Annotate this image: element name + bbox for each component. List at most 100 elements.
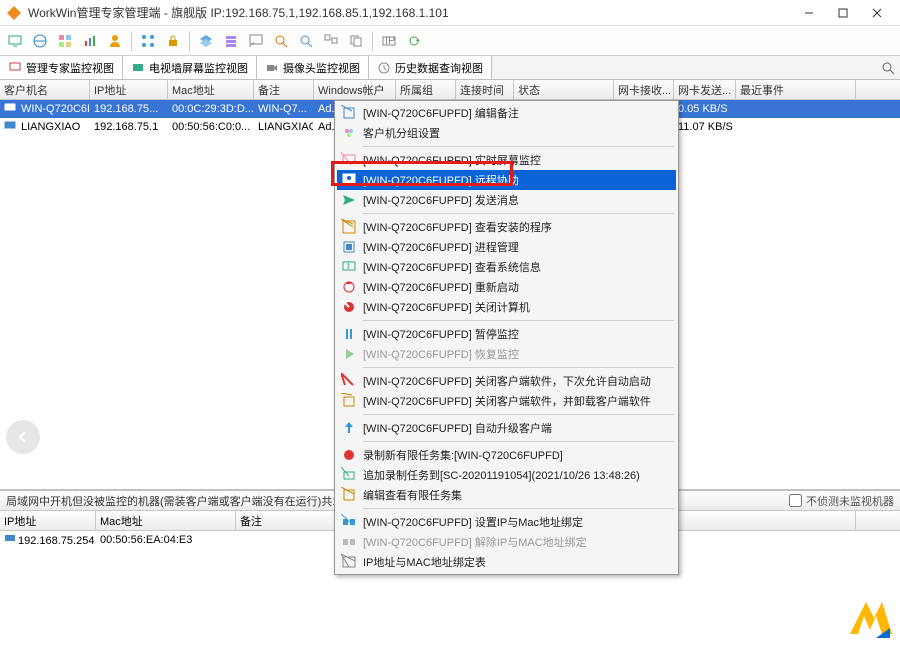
menu-item-label: [WIN-Q720C6FUPFD] 关闭客户端软件，下次允许自动启动 <box>363 373 651 389</box>
disable-detect-checkbox[interactable]: 不侦测未监视机器 <box>789 493 894 509</box>
tb-windows-icon[interactable] <box>320 30 342 52</box>
tb-cast-icon[interactable] <box>245 30 267 52</box>
menu-item-label: [WIN-Q720C6FUPFD] 查看安装的程序 <box>363 219 552 235</box>
menu-separator <box>363 320 674 321</box>
column-header[interactable]: 网卡发送... <box>674 80 736 99</box>
tab-camera-view[interactable]: 摄像头监控视图 <box>257 56 369 79</box>
window-title: WorkWin管理专家管理端 - 旗舰版 IP:192.168.75.1,192… <box>28 4 792 21</box>
close-icon <box>341 373 357 389</box>
tb-copy-icon[interactable] <box>345 30 367 52</box>
menu-item-bind[interactable]: [WIN-Q720C6FUPFD] 设置IP与Mac地址绑定 <box>337 512 676 532</box>
tb-zoom2-icon[interactable] <box>295 30 317 52</box>
menu-item-upgrade[interactable]: [WIN-Q720C6FUPFD] 自动升级客户端 <box>337 418 676 438</box>
menu-item-uninstall[interactable]: [WIN-Q720C6FUPFD] 关闭客户端软件，并卸载客户端软件 <box>337 391 676 411</box>
tb-lock-icon[interactable] <box>162 30 184 52</box>
menu-item-label: [WIN-Q720C6FUPFD] 设置IP与Mac地址绑定 <box>363 514 583 530</box>
cell: 192.168.75... <box>90 102 168 116</box>
cell: 192.168.75.254 <box>0 533 96 548</box>
column-header[interactable]: 网卡接收... <box>614 80 674 99</box>
append-icon <box>341 467 357 483</box>
cell: 11.07 KB/S <box>674 120 736 134</box>
uninstall-icon <box>341 393 357 409</box>
tb-zoom-icon[interactable] <box>270 30 292 52</box>
column-header[interactable]: Mac地址 <box>168 80 254 99</box>
menu-item-remote[interactable]: [WIN-Q720C6FUPFD] 远程协助 <box>337 170 676 190</box>
menu-item-pause[interactable]: [WIN-Q720C6FUPFD] 暂停监控 <box>337 324 676 344</box>
editset-icon <box>341 487 357 503</box>
minimize-button[interactable] <box>792 2 826 24</box>
pc-icon <box>4 103 18 115</box>
remote-icon <box>341 172 357 188</box>
menu-item-rec[interactable]: 录制新有限任务集:[WIN-Q720C6FUPFD] <box>337 445 676 465</box>
column-header[interactable]: IP地址 <box>90 80 168 99</box>
menu-item-label: [WIN-Q720C6FUPFD] 恢复监控 <box>363 346 519 362</box>
menu-item-label: [WIN-Q720C6FUPFD] 编辑备注 <box>363 105 519 121</box>
menu-item-list[interactable]: [WIN-Q720C6FUPFD] 查看安装的程序 <box>337 217 676 237</box>
maximize-button[interactable] <box>826 2 860 24</box>
proc-icon <box>341 239 357 255</box>
screen-icon <box>341 152 357 168</box>
column-header[interactable]: 客户机名 <box>0 80 90 99</box>
menu-item-send[interactable]: [WIN-Q720C6FUPFD] 发送消息 <box>337 190 676 210</box>
column-header[interactable]: IP地址 <box>0 511 96 530</box>
menu-item-info[interactable]: i[WIN-Q720C6FUPFD] 查看系统信息 <box>337 257 676 277</box>
menu-item-edit[interactable]: [WIN-Q720C6FUPFD] 编辑备注 <box>337 103 676 123</box>
menu-item-restart[interactable]: [WIN-Q720C6FUPFD] 重新启动 <box>337 277 676 297</box>
tb-globe-icon[interactable] <box>29 30 51 52</box>
menu-item-label: 追加录制任务到[SC-20201191054](2021/10/26 13:48… <box>363 467 640 483</box>
menu-item-label: [WIN-Q720C6FUPFD] 关闭计算机 <box>363 299 530 315</box>
list-icon <box>341 219 357 235</box>
menu-item-proc[interactable]: [WIN-Q720C6FUPFD] 进程管理 <box>337 237 676 257</box>
checkbox-input[interactable] <box>789 494 802 507</box>
restart-icon <box>341 279 357 295</box>
tvwall-icon <box>131 61 145 75</box>
menu-item-label: [WIN-Q720C6FUPFD] 进程管理 <box>363 239 519 255</box>
upgrade-icon <box>341 420 357 436</box>
bind-icon <box>341 514 357 530</box>
column-header[interactable]: Windows帐户 <box>314 80 396 99</box>
menu-item-group[interactable]: 客户机分组设置 <box>337 123 676 143</box>
column-header[interactable]: Mac地址 <box>96 511 236 530</box>
column-header[interactable]: 最近事件 <box>736 80 856 99</box>
tab-label: 摄像头监控视图 <box>283 60 360 76</box>
tb-chart-icon[interactable] <box>79 30 101 52</box>
tb-layers-icon[interactable] <box>195 30 217 52</box>
menu-item-label: 客户机分组设置 <box>363 125 440 141</box>
tb-user-icon[interactable] <box>104 30 126 52</box>
menu-item-append[interactable]: 追加录制任务到[SC-20201191054](2021/10/26 13:48… <box>337 465 676 485</box>
tb-stack-icon[interactable] <box>220 30 242 52</box>
tab-search-icon[interactable] <box>876 56 900 79</box>
menu-item-label: [WIN-Q720C6FUPFD] 自动升级客户端 <box>363 420 552 436</box>
menu-item-label: [WIN-Q720C6FUPFD] 实时屏幕监控 <box>363 152 541 168</box>
column-header[interactable]: 备注 <box>254 80 314 99</box>
menu-separator <box>363 508 674 509</box>
menu-item-screen[interactable]: [WIN-Q720C6FUPFD] 实时屏幕监控 <box>337 150 676 170</box>
pause-icon <box>341 326 357 342</box>
tb-monitor-icon[interactable] <box>4 30 26 52</box>
close-button[interactable] <box>860 2 894 24</box>
tab-history-view[interactable]: 历史数据查询视图 <box>369 56 492 79</box>
tb-ip-icon[interactable]: IP <box>378 30 400 52</box>
column-header[interactable]: 连接时间 <box>456 80 514 99</box>
tb-refresh-icon[interactable] <box>403 30 425 52</box>
column-header[interactable]: 状态 <box>514 80 614 99</box>
menu-item-unbind: [WIN-Q720C6FUPFD] 解除IP与MAC地址绑定 <box>337 532 676 552</box>
tb-network-icon[interactable] <box>137 30 159 52</box>
unbind-icon <box>341 534 357 550</box>
tb-grid-icon[interactable] <box>54 30 76 52</box>
menu-item-table[interactable]: IP地址与MAC地址绑定表 <box>337 552 676 572</box>
tab-label: 历史数据查询视图 <box>395 60 483 76</box>
column-header[interactable]: 所属组 <box>396 80 456 99</box>
menu-item-editset[interactable]: 编辑查看有限任务集 <box>337 485 676 505</box>
menu-separator <box>363 441 674 442</box>
tab-tvwall-view[interactable]: 电视墙屏幕监控视图 <box>123 56 257 79</box>
cell <box>736 126 856 128</box>
tab-monitor-view[interactable]: 管理专家监控视图 <box>0 56 123 79</box>
main-toolbar: IP <box>0 26 900 56</box>
nav-back-circle[interactable] <box>6 420 40 454</box>
pc-icon <box>4 534 18 544</box>
menu-item-power[interactable]: [WIN-Q720C6FUPFD] 关闭计算机 <box>337 297 676 317</box>
window-controls <box>792 2 894 24</box>
cell: 00:0C:29:3D:D... <box>168 102 254 116</box>
menu-item-close[interactable]: [WIN-Q720C6FUPFD] 关闭客户端软件，下次允许自动启动 <box>337 371 676 391</box>
